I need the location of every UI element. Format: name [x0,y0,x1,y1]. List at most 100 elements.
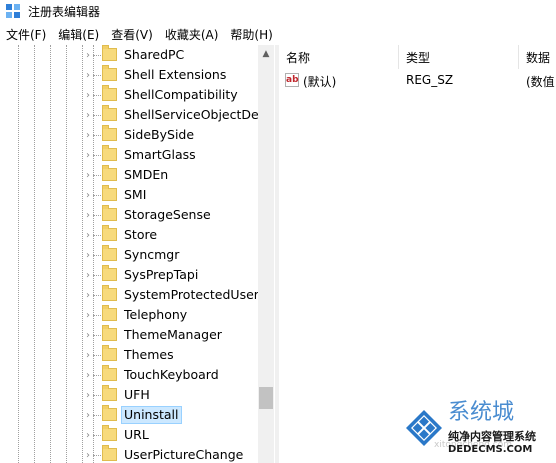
tree-connector [93,415,101,416]
tree-node[interactable]: › Themes [0,345,258,365]
tree-connector [93,435,101,436]
chevron-right-icon[interactable]: › [86,305,94,325]
tree-connector [93,155,101,156]
tree-node[interactable]: › TouchKeyboard [0,365,258,385]
tree-node[interactable]: › ThemeManager [0,325,258,345]
tree-connector [93,135,101,136]
chevron-right-icon[interactable]: › [86,205,94,225]
menu-item[interactable]: 收藏夹(A) [159,26,225,43]
scroll-thumb[interactable] [259,387,273,409]
tree-node-label: Shell Extensions [124,67,227,82]
tree-connector [93,355,101,356]
tree-node[interactable]: › SharedPC [0,45,258,65]
tree-node-label: ShellCompatibility [124,87,238,102]
chevron-right-icon[interactable]: › [86,425,94,445]
tree-node[interactable]: › SystemProtectedUserD [0,285,269,305]
tree-node-label: Syncmgr [124,247,180,262]
chevron-right-icon[interactable]: › [86,325,94,345]
folder-icon [102,385,117,401]
tree-node[interactable]: › SmartGlass [0,145,258,165]
tree-connector [93,75,101,76]
chevron-right-icon[interactable]: › [86,45,94,65]
value-row[interactable]: ab (默认) REG_SZ (数值 [279,71,556,91]
chevron-right-icon[interactable]: › [86,385,94,405]
tree-node[interactable]: › UFH [0,385,258,405]
tree-node-label: SmartGlass [124,147,196,162]
chevron-right-icon[interactable]: › [86,65,94,85]
folder-icon [102,445,117,461]
column-header-name[interactable]: 名称 [279,45,399,69]
chevron-right-icon[interactable]: › [86,265,94,285]
chevron-right-icon[interactable]: › [86,185,94,205]
tree-node-label: SideBySide [124,127,195,142]
tree-connector [93,235,101,236]
chevron-right-icon[interactable]: › [86,345,94,365]
tree-node[interactable]: › ShellCompatibility [0,85,258,105]
column-header-data[interactable]: 数据 [519,45,556,69]
tree-connector [93,335,101,336]
tree-node[interactable]: › Uninstall [0,405,258,425]
tree-node[interactable]: › SMI [0,185,258,205]
tree-node[interactable]: › ShellServiceObjectDela [0,105,270,125]
chevron-right-icon[interactable]: › [86,405,94,425]
chevron-right-icon[interactable]: › [86,125,94,145]
regedit-app-icon [6,4,20,18]
tree-node[interactable]: › Telephony [0,305,258,325]
tree-connector [93,215,101,216]
folder-icon [102,425,117,441]
folder-icon [102,265,117,281]
tree-node[interactable]: › SMDEn [0,165,258,185]
menu-item[interactable]: 编辑(E) [52,26,105,43]
tree-node[interactable]: › StorageSense [0,205,258,225]
chevron-right-icon[interactable]: › [86,85,94,105]
chevron-right-icon[interactable]: › [86,145,94,165]
chevron-right-icon[interactable]: › [86,165,94,185]
tree-connector [93,255,101,256]
string-value-icon: ab [285,73,299,87]
tree-node-label: SystemProtectedUserD [124,287,269,302]
watermark-brand: 系统城 [448,400,515,425]
folder-icon [102,165,117,181]
tree-connector [93,55,101,56]
chevron-right-icon[interactable]: › [86,105,94,125]
tree-connector [93,375,101,376]
folder-icon [102,185,117,201]
folder-icon [102,145,117,161]
tree-vertical-scrollbar[interactable]: ▲ [258,45,274,463]
menu-item[interactable]: 帮助(H) [224,26,278,43]
chevron-right-icon[interactable]: › [86,245,94,265]
menu-item[interactable]: 文件(F) [0,26,52,43]
registry-tree[interactable]: › SharedPC › Shell Extensions › ShellCompatib… [0,45,275,463]
tree-connector [93,395,101,396]
tree-node-label: SharedPC [124,47,185,62]
chevron-right-icon[interactable]: › [86,285,94,305]
tree-connector [93,315,101,316]
folder-icon [102,285,117,301]
scroll-up-icon[interactable]: ▲ [258,45,274,62]
folder-icon [102,85,117,101]
folder-icon [102,225,117,241]
folder-icon [102,105,117,121]
column-header-type[interactable]: 类型 [399,45,519,69]
tree-node[interactable]: › Shell Extensions [0,65,258,85]
tree-node[interactable]: › Store [0,225,258,245]
tree-connector [93,95,101,96]
tree-connector [93,295,101,296]
tree-node[interactable]: › Syncmgr [0,245,258,265]
folder-icon [102,365,117,381]
tree-connector [93,115,101,116]
folder-icon [102,345,117,361]
chevron-right-icon[interactable]: › [86,445,94,463]
tree-connector [93,455,101,456]
tree-node-label: StorageSense [124,207,211,222]
tree-node[interactable]: › UserPictureChange [0,445,258,463]
chevron-right-icon[interactable]: › [86,365,94,385]
tree-node[interactable]: › SideBySide [0,125,258,145]
tree-node[interactable]: › URL [0,425,258,445]
menu-item[interactable]: 查看(V) [105,26,159,43]
tree-node-label: Uninstall [121,406,182,424]
folder-icon [102,325,117,341]
tree-node[interactable]: › SysPrepTapi [0,265,258,285]
folder-icon [102,245,117,261]
chevron-right-icon[interactable]: › [86,225,94,245]
